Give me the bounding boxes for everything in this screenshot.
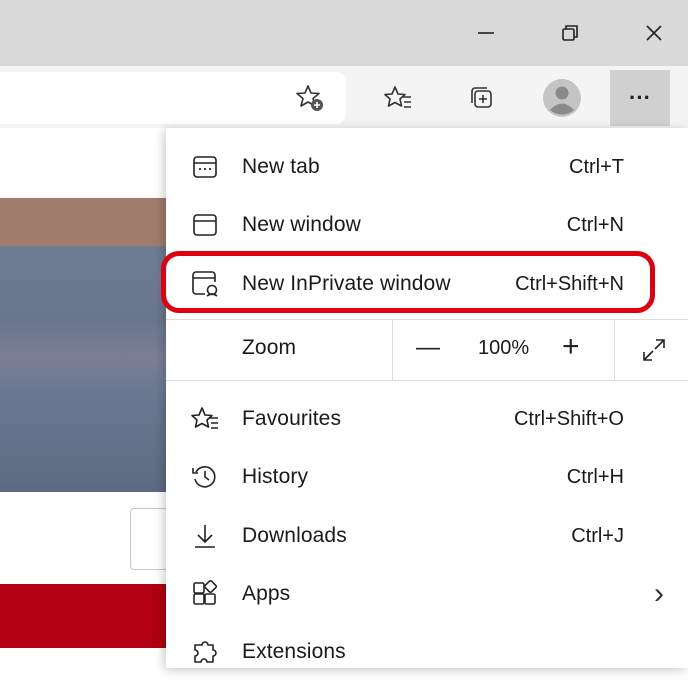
minimize-button[interactable] [458, 8, 514, 58]
menu-item-shortcut: Ctrl+T [569, 155, 624, 178]
fullscreen-button[interactable] [640, 336, 668, 364]
menu-item-label: Extensions [242, 640, 346, 663]
menu-item-shortcut: Ctrl+Shift+O [513, 407, 624, 430]
page-red-banner [0, 584, 170, 648]
zoom-row: Zoom — 100% + [166, 320, 688, 380]
menu-item-label: New window [242, 213, 361, 236]
restore-button[interactable] [542, 8, 598, 58]
downloads-icon [190, 521, 220, 551]
menu-item-shortcut: Ctrl+N [566, 213, 624, 236]
add-favorite-button[interactable] [282, 70, 338, 126]
close-icon [645, 24, 663, 42]
zoom-separator [614, 320, 615, 380]
close-window-button[interactable] [626, 8, 682, 58]
menu-item-label: Apps [242, 582, 291, 605]
menu-item-downloads[interactable]: Downloads Ctrl+J [166, 507, 688, 565]
extensions-icon [190, 637, 220, 667]
menu-item-label: History [242, 465, 309, 488]
favorites-button[interactable] [370, 70, 426, 126]
restore-icon [561, 24, 579, 42]
menu-item-shortcut: Ctrl+J [571, 524, 624, 547]
collections-button[interactable] [454, 70, 510, 126]
menu-item-shortcut: Ctrl+H [566, 465, 624, 488]
zoom-out-button[interactable]: — [416, 334, 440, 362]
menu-item-label: Downloads [242, 524, 347, 547]
fullscreen-icon [640, 336, 668, 364]
profile-avatar [543, 79, 581, 117]
history-icon [190, 462, 220, 492]
highlight-annotation [161, 251, 655, 313]
page-hero-image [0, 246, 170, 492]
favorites-icon [383, 83, 413, 113]
more-icon: ··· [629, 85, 651, 110]
new-tab-icon [190, 152, 220, 182]
zoom-separator [392, 320, 393, 380]
favourites-icon [190, 404, 220, 434]
add-favorite-icon [295, 83, 325, 113]
settings-menu: New tab Ctrl+T New window Ctrl+N New InP… [166, 128, 688, 668]
apps-icon [190, 579, 220, 609]
zoom-label: Zoom [242, 336, 297, 359]
menu-item-favourites[interactable]: Favourites Ctrl+Shift+O [166, 390, 688, 448]
more-options-button[interactable]: ··· [610, 70, 670, 126]
menu-item-extensions[interactable]: Extensions [166, 623, 688, 681]
minimize-icon [477, 24, 495, 42]
page-banner-image [0, 198, 170, 246]
menu-item-history[interactable]: History Ctrl+H [166, 448, 688, 506]
profile-button[interactable] [534, 70, 590, 126]
zoom-level: 100% [478, 337, 530, 359]
menu-item-apps[interactable]: Apps › [166, 565, 688, 623]
menu-item-label: Favourites [242, 407, 342, 430]
collections-icon [467, 83, 497, 113]
menu-item-new-window[interactable]: New window Ctrl+N [166, 196, 688, 254]
menu-item-new-tab[interactable]: New tab Ctrl+T [166, 138, 688, 196]
new-window-icon [190, 210, 220, 240]
menu-item-label: New tab [242, 155, 320, 178]
zoom-in-button[interactable]: + [562, 330, 580, 364]
menu-divider [166, 380, 688, 381]
submenu-arrow-icon: › [654, 577, 664, 610]
